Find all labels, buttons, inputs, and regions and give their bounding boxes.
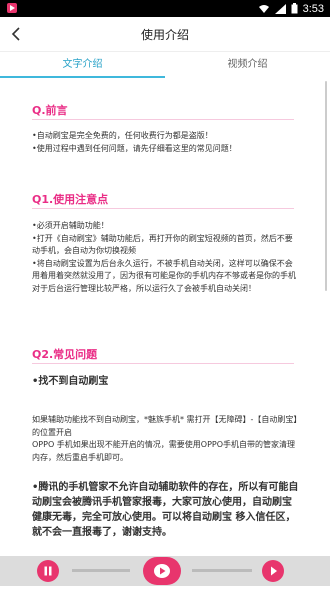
bottom-control-bar: [0, 556, 330, 586]
section-title-notes: Q1.使用注意点: [32, 193, 109, 206]
faq-bold-note: •腾讯的手机管家不允许自动辅助软件的存在，所以有可能自动刷宝会被腾讯手机管家报毒…: [32, 482, 299, 538]
page-title: 使用介绍: [140, 28, 189, 42]
notes-line: •必须开启辅助功能！: [32, 221, 109, 230]
notes-line: •将自动刷宝设置为后台永久运行，不被手机自动关闭，这样可以确保不会用着用着突然就…: [32, 258, 296, 293]
pause-icon: [44, 566, 52, 576]
preface-line: •使用过程中遇到任何问题，请先仔细看这里的常见问题！: [32, 143, 237, 153]
notes-text: •必须开启辅助功能！ •打开《自动刷宝》辅助功能后，再打开你的刷宝短视频的首页，…: [32, 220, 300, 295]
next-button[interactable]: [262, 560, 284, 582]
faq-item-title: •找不到自动刷宝: [32, 376, 109, 387]
header: 使用介绍: [0, 17, 330, 52]
faq-text: 如果辅助功能找不到自动刷宝，*魅族手机* 需打开【无障碍】-【自动刷宝】的位置开…: [32, 414, 300, 464]
wifi-icon: [258, 4, 269, 13]
tab-video-intro[interactable]: 视频介绍: [165, 52, 330, 80]
section-divider: [32, 363, 294, 364]
next-icon: [271, 566, 277, 576]
scrollbar[interactable]: [325, 81, 327, 291]
play-icon: [154, 564, 170, 578]
status-time: 3:53: [302, 2, 324, 15]
status-bar: 3:53: [0, 0, 330, 17]
section-title-faq: Q2.常见问题: [32, 348, 98, 361]
notes-line: •打开《自动刷宝》辅助功能后，再打开你的刷宝短视频的首页，然后不要动手机，会自动…: [32, 233, 293, 256]
faq-line: 如果辅助功能找不到自动刷宝，*魅族手机* 需打开【无障碍】-【自动刷宝】的位置开…: [32, 415, 298, 437]
progress-track-right: [192, 569, 252, 572]
section-divider: [32, 208, 294, 209]
preface-line: •自动刷宝是完全免费的，任何收费行为都是盗版！: [32, 131, 213, 140]
signal-icon: [274, 3, 286, 14]
section-divider: [32, 119, 294, 120]
pause-button[interactable]: [37, 560, 59, 582]
section-title-preface: Q.前言: [32, 104, 68, 117]
battery-icon: [291, 3, 298, 14]
active-tab-indicator: [0, 76, 165, 78]
faq-line: OPPO 手机如果出现不能开启的情况，需要使用OPPO手机自带的管家清理内存，然…: [32, 440, 296, 462]
progress-track-left: [72, 569, 130, 572]
content-panel[interactable]: Q.前言 •自动刷宝是完全免费的，任何收费行为都是盗版！ •使用过程中遇到任何问…: [29, 80, 305, 553]
app-notification-icon: [7, 3, 17, 13]
preface-text: •自动刷宝是完全免费的，任何收费行为都是盗版！ •使用过程中遇到任何问题，请先仔…: [32, 130, 300, 155]
play-button[interactable]: [143, 557, 181, 585]
